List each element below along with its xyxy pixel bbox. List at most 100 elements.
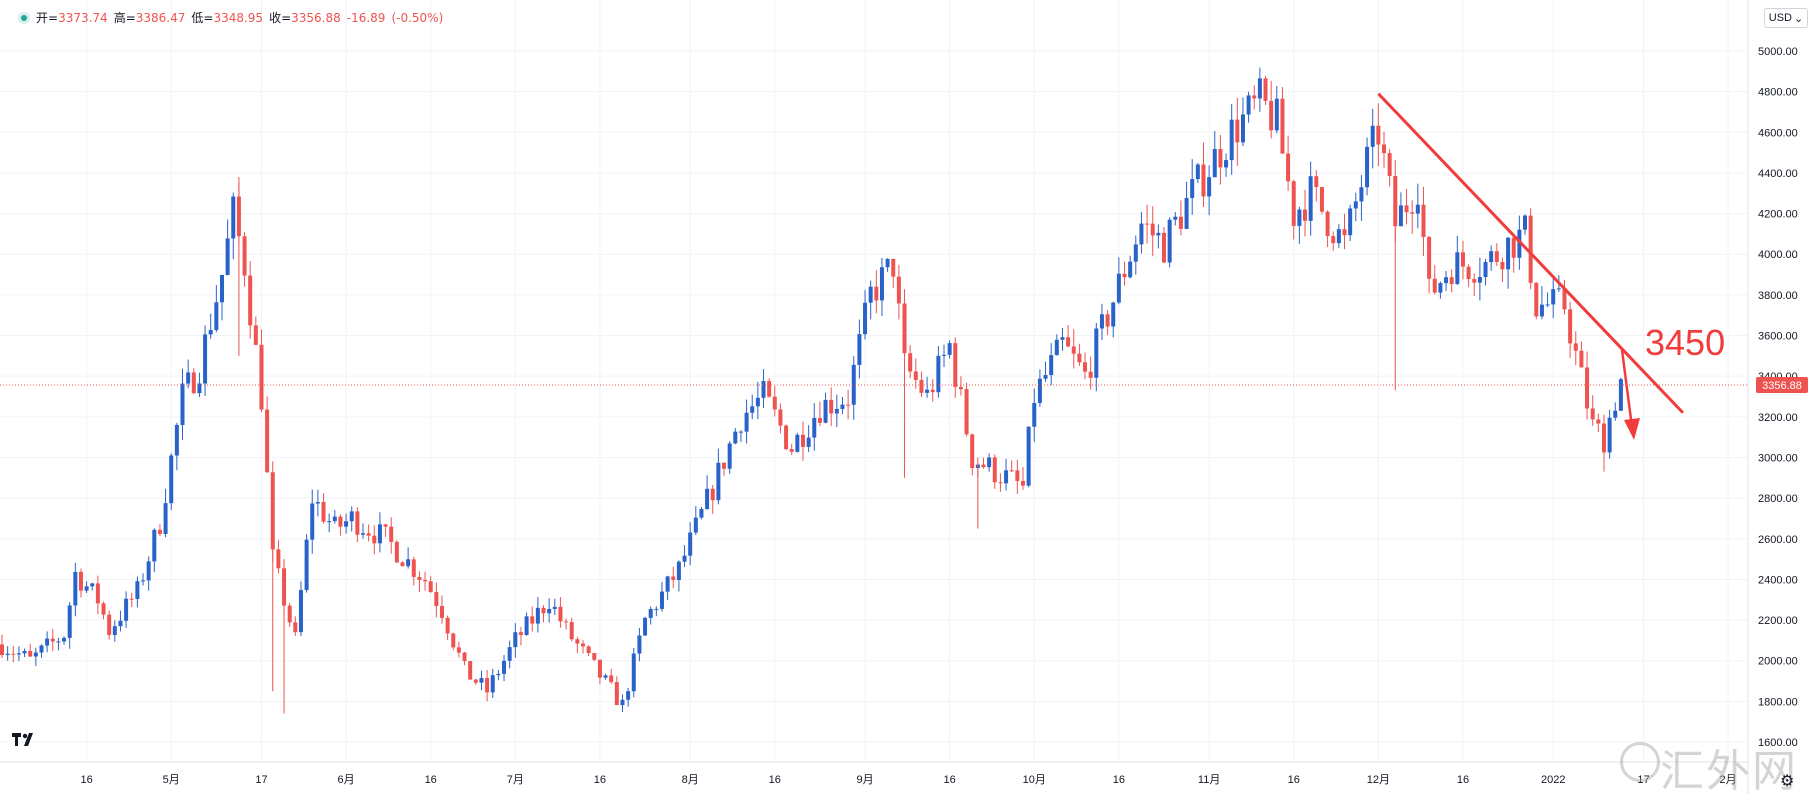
candle-down xyxy=(1427,237,1432,279)
candle-up xyxy=(208,330,213,335)
candle-up xyxy=(406,559,411,567)
candle-up xyxy=(738,431,743,433)
candle-up xyxy=(1489,251,1494,263)
candle-down xyxy=(800,434,805,447)
candle-down xyxy=(1071,346,1076,354)
candle-down xyxy=(1528,215,1533,283)
price-chart[interactable]: 1600.001800.002000.002200.002400.002600.… xyxy=(0,0,1817,794)
candle-down xyxy=(671,576,676,581)
candle-down xyxy=(586,646,591,654)
currency-button[interactable]: USD ⌄ xyxy=(1764,8,1808,28)
candle-down xyxy=(772,396,777,410)
candle-down xyxy=(456,647,461,653)
candle-up xyxy=(152,529,157,562)
candle-up xyxy=(84,586,89,591)
candle-down xyxy=(1162,232,1166,263)
candle-up xyxy=(1004,470,1009,484)
currency-label: USD xyxy=(1768,12,1792,24)
close-value: 3356.88 xyxy=(291,10,341,25)
candle-down xyxy=(411,559,416,577)
candle-up xyxy=(1551,289,1556,305)
candle-up xyxy=(1043,374,1048,379)
candle-down xyxy=(445,617,450,634)
candle-up xyxy=(16,653,21,655)
candle-up xyxy=(112,626,117,635)
candle-down xyxy=(846,404,851,406)
candle-up xyxy=(879,267,884,301)
candle-down xyxy=(874,286,879,301)
candle-up xyxy=(676,561,681,581)
candle-down xyxy=(242,236,247,276)
y-tick-label: 3800.00 xyxy=(1758,290,1798,302)
candle-up xyxy=(1094,328,1099,378)
candle-up xyxy=(654,608,659,610)
open-value: 3373.74 xyxy=(58,10,108,25)
candle-down xyxy=(1020,480,1025,486)
candle-up xyxy=(1037,378,1042,403)
candle-up xyxy=(361,533,366,535)
candle-up xyxy=(1297,209,1302,226)
candle-down xyxy=(1342,229,1347,236)
candle-down xyxy=(417,576,422,580)
candle-down xyxy=(1421,204,1426,238)
candle-up xyxy=(231,196,236,239)
settings-gear-icon[interactable]: ⚙ xyxy=(1780,771,1794,791)
low-label: 低= xyxy=(191,11,214,25)
candle-down xyxy=(1122,273,1127,278)
y-tick-label: 2200.00 xyxy=(1758,615,1798,627)
candle-up xyxy=(186,372,191,384)
x-tick-label: 5月 xyxy=(163,774,180,786)
high-label: 高= xyxy=(113,11,136,25)
candle-down xyxy=(276,549,281,569)
candle-down xyxy=(1201,164,1206,197)
candle-down xyxy=(541,607,546,614)
candle-down xyxy=(1083,362,1088,372)
candle-down xyxy=(970,434,975,468)
candle-down xyxy=(1263,78,1268,101)
candle-up xyxy=(1556,288,1561,290)
candle-down xyxy=(1066,337,1071,347)
candle-up xyxy=(1274,98,1279,131)
candle-down xyxy=(1590,408,1595,420)
candle-down xyxy=(28,650,33,657)
candle-up xyxy=(496,673,501,676)
x-tick-label: 16 xyxy=(1113,774,1125,786)
candle-up xyxy=(1359,187,1364,202)
candle-up xyxy=(1229,119,1234,161)
candle-down xyxy=(1393,176,1398,227)
candle-down xyxy=(908,353,913,372)
candle-down xyxy=(462,652,467,662)
candle-up xyxy=(163,503,168,535)
candle-down xyxy=(338,516,343,527)
candle-down xyxy=(1269,100,1274,131)
candle-up xyxy=(1477,277,1482,283)
candle-up xyxy=(1167,219,1172,263)
candle-down xyxy=(468,661,473,680)
candle-down xyxy=(1449,277,1454,284)
candle-down xyxy=(789,449,794,452)
candle-up xyxy=(1049,355,1054,375)
candle-down xyxy=(248,275,253,326)
resistance-trendline xyxy=(1377,92,1685,414)
candle-up xyxy=(1506,237,1511,270)
candle-down xyxy=(1596,419,1601,424)
candle-up xyxy=(620,699,625,706)
y-tick-label: 2000.00 xyxy=(1758,656,1798,668)
candle-up xyxy=(45,638,50,646)
candle-up xyxy=(524,616,529,635)
candle-down xyxy=(1145,223,1150,225)
candle-down xyxy=(270,472,275,550)
x-tick-label: 8月 xyxy=(682,774,699,786)
candle-down xyxy=(569,622,574,640)
candle-up xyxy=(1207,177,1212,197)
candle-up xyxy=(688,532,693,556)
y-tick-label: 2400.00 xyxy=(1758,574,1798,586)
candle-up xyxy=(659,591,664,609)
open-label: 开= xyxy=(36,11,59,25)
candle-down xyxy=(778,409,783,426)
candle-down xyxy=(891,258,896,277)
candle-up xyxy=(535,607,540,624)
candle-down xyxy=(614,682,619,706)
candle-up xyxy=(141,580,146,582)
candle-down xyxy=(1235,119,1240,143)
